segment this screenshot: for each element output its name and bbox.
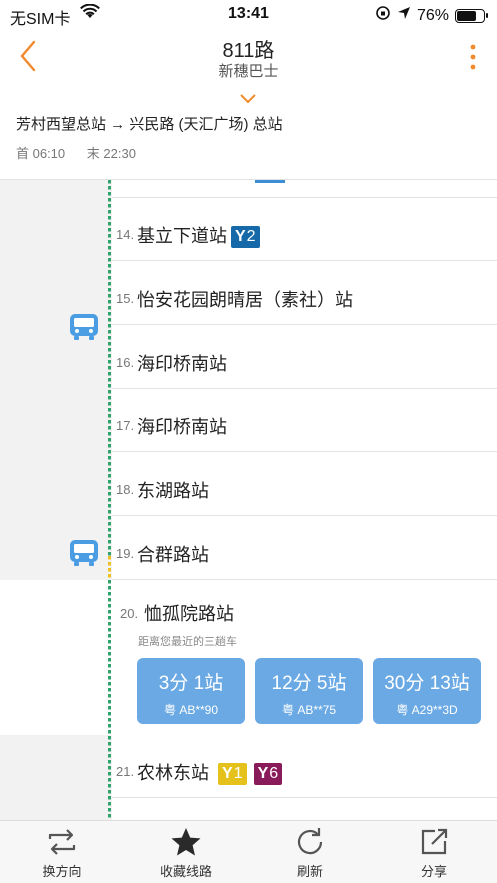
route-title: 811路 [222, 40, 275, 62]
arrival-eta: 12分 5站 [271, 673, 347, 694]
service-hours: 首 06:10 末 22:30 [16, 143, 154, 162]
stop-name: 基立下道站 Y2 [137, 222, 260, 249]
refresh-icon [297, 828, 323, 855]
battery-level [457, 10, 476, 21]
stop-number: 14. [116, 227, 135, 242]
stop-name-text: 东湖路站 [137, 481, 209, 502]
stop-name: 海印桥南站 [137, 413, 227, 439]
metro-icon: Y [257, 765, 269, 783]
refresh-button[interactable]: 刷新 [248, 821, 372, 883]
tab-label: 分享 [420, 864, 447, 879]
metro-icon: Y [235, 228, 246, 246]
track-current [108, 556, 111, 580]
stop-row-prev [112, 180, 497, 198]
stop-row[interactable]: 21. 农林东站 Y1 Y6 [112, 735, 497, 798]
reverse-direction-button[interactable]: 换方向 [0, 821, 124, 883]
stop-name-text: 怡安花园朗晴居（素社）站 [137, 289, 353, 310]
battery-percent: 76% [416, 6, 449, 24]
stop-number: 19. [116, 546, 135, 561]
current-stop[interactable]: 20. 恤孤院路站 距离您最近的三趟车 3分 1站 粤 AB**90 12分 5… [0, 580, 497, 735]
arrival-eta: 30分 13站 [384, 673, 470, 694]
stop-row[interactable]: 14. 基立下道站 Y2 [112, 198, 497, 261]
first-bus-time: 首 06:10 [16, 146, 66, 161]
status-bar: 无SIM卡 13:41 76% [0, 0, 497, 28]
stop-name: 怡安花园朗晴居（素社）站 [137, 286, 353, 312]
stop-row[interactable]: 15. 怡安花园朗晴居（素社）站 [112, 262, 497, 325]
track-passed [108, 180, 111, 556]
share-button[interactable]: 分享 [372, 821, 496, 883]
stop-number: 18. [116, 482, 135, 498]
bus-icon[interactable] [68, 312, 100, 342]
stop-name-text: 基立下道站 [137, 226, 227, 246]
stop-number: 15. [116, 290, 135, 306]
metro-badge: Y6 [253, 763, 283, 786]
bus-plate: 粤 AB**90 [163, 703, 219, 717]
stop-name: 恤孤院路站 [144, 604, 234, 624]
stop-name-text: 合群路站 [137, 545, 209, 565]
more-button[interactable] [465, 42, 481, 72]
stop-name: 合群路站 [137, 541, 209, 567]
chevron-down-icon[interactable] [238, 92, 258, 104]
stop-number: 20. [120, 606, 139, 621]
metro-line: 1 [233, 765, 243, 783]
stop-name-text: 海印桥南站 [137, 353, 227, 374]
bus-icon[interactable] [68, 538, 100, 568]
location-icon [397, 6, 411, 25]
metro-line: 2 [246, 228, 256, 246]
stop-name-text: 海印桥南站 [137, 417, 227, 438]
share-icon [421, 828, 448, 855]
nearest-buses-hint: 距离您最近的三趟车 [138, 636, 237, 648]
swap-icon [48, 829, 76, 855]
stop-name: 东湖路站 [137, 477, 209, 503]
stop-name-text: 农林东站 [137, 763, 209, 783]
stop-row[interactable]: 18. 东湖路站 [112, 453, 497, 517]
stop-row[interactable]: 17. 海印桥南站 [112, 389, 497, 453]
bottom-toolbar: 换方向 收藏线路 刷新 分享 [0, 820, 497, 883]
battery-icon [455, 8, 488, 23]
operator-name: 新穗巴士 [218, 63, 279, 80]
last-bus-time: 末 22:30 [86, 146, 136, 161]
stop-name: 海印桥南站 [137, 350, 227, 376]
stop-number: 17. [116, 418, 135, 434]
more-vertical-icon [470, 44, 476, 70]
route-direction: 芳村西望总站 → 兴民路 (天汇广场) 总站 [16, 116, 283, 133]
tab-label: 收藏线路 [159, 864, 212, 879]
metro-badge: Y2 [231, 226, 260, 249]
favorite-route-button[interactable]: 收藏线路 [124, 821, 248, 883]
header: 811路 新穗巴士 [0, 28, 497, 108]
stop-row[interactable]: 16. 海印桥南站 [112, 326, 497, 389]
track-segment [108, 580, 111, 735]
route-info: 芳村西望总站 → 兴民路 (天汇广场) 总站 首 06:10 末 22:30 [0, 108, 497, 180]
star-icon [171, 828, 201, 856]
arrival-eta: 3分 1站 [158, 673, 224, 694]
stop-number: 21. [116, 764, 135, 779]
arrival-card[interactable]: 3分 1站 粤 AB**90 [137, 658, 245, 724]
stop-list[interactable]: 14. 基立下道站 Y2 15. 怡安花园朗晴居（素社）站 16. 海印桥南站 17. 海印桥南… [0, 180, 497, 820]
bus-plate: 粤 AB**75 [281, 703, 337, 717]
rotation-lock-icon [375, 5, 391, 26]
metro-icon: Y [222, 765, 233, 783]
arrival-card[interactable]: 30分 13站 粤 A29**3D [373, 658, 481, 724]
stop-name: 农林东站 Y1 Y6 [137, 759, 283, 786]
stop-row[interactable]: 19. 合群路站 [112, 517, 497, 580]
bus-plate: 粤 A29**3D [396, 703, 458, 717]
stop-number: 16. [116, 354, 135, 370]
metro-line: 6 [269, 765, 279, 783]
arrival-card[interactable]: 12分 5站 粤 AB**75 [255, 658, 363, 724]
tab-label: 换方向 [42, 864, 82, 879]
metro-badge: Y1 [218, 763, 247, 786]
tab-label: 刷新 [296, 864, 323, 879]
